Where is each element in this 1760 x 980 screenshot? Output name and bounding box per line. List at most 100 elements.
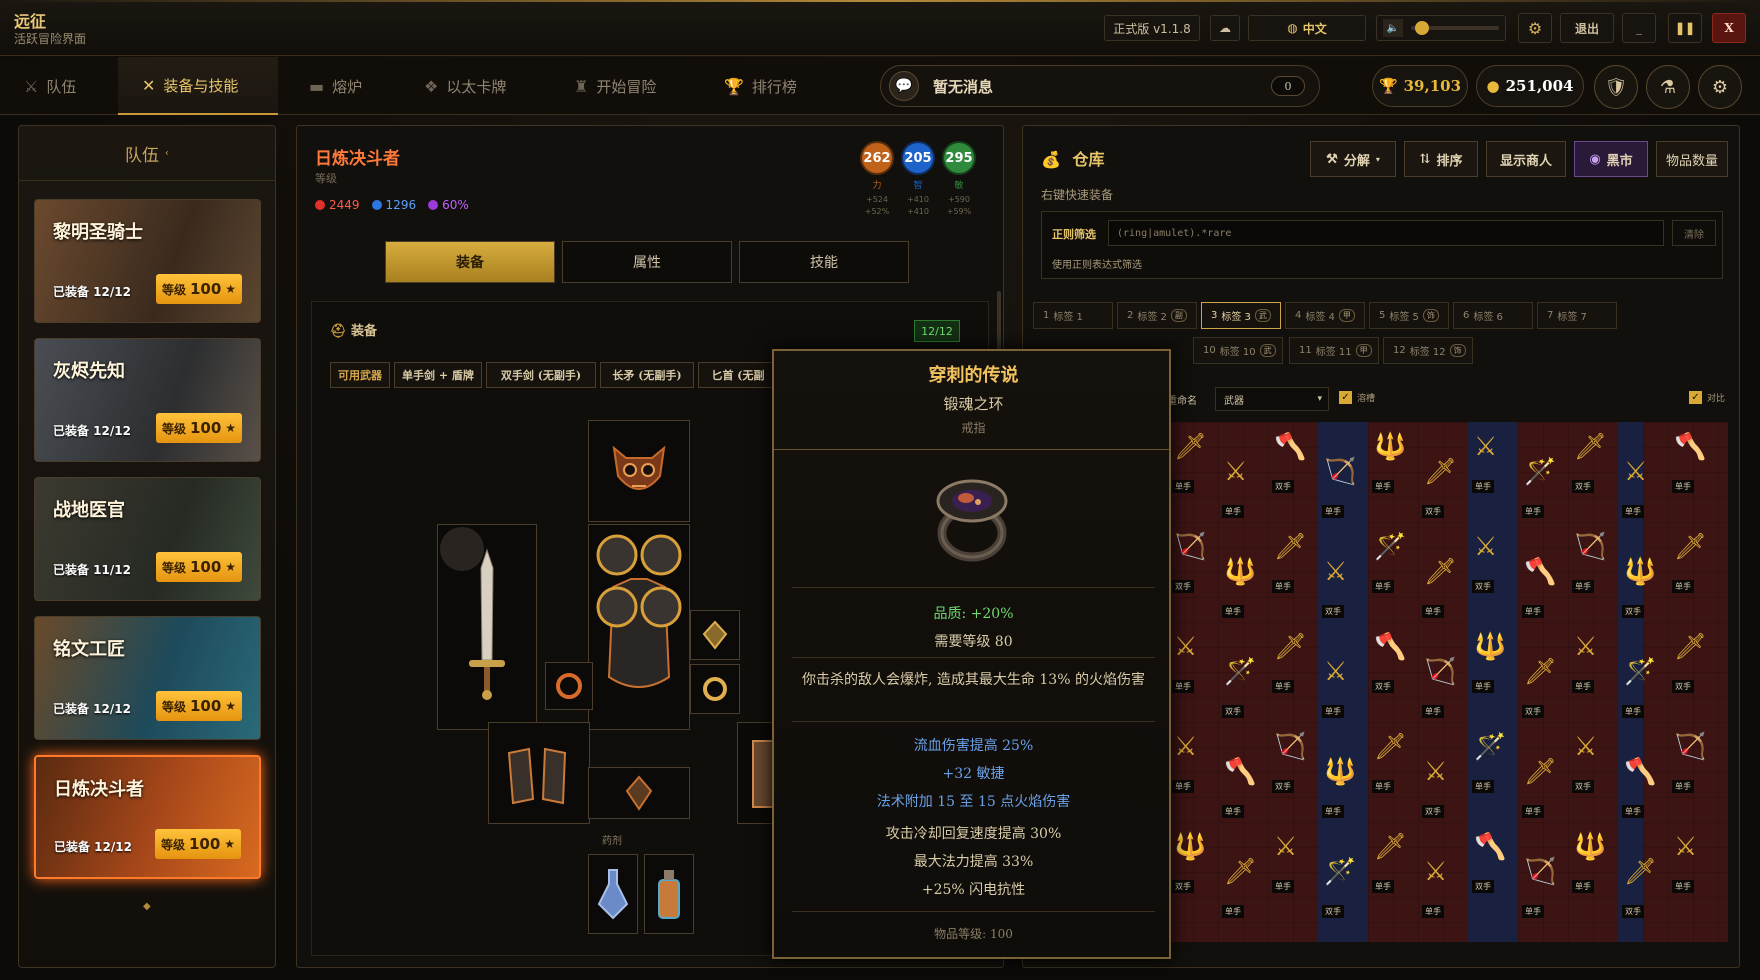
salvage-button[interactable]: ⚒ 分解 ▾ — [1310, 141, 1396, 177]
storage-tab-3[interactable]: 3 标签 3武 — [1201, 302, 1281, 329]
volume-knob[interactable] — [1415, 21, 1429, 35]
weapon-item-icon[interactable]: 🔱 — [1224, 557, 1256, 587]
black-market-button[interactable]: ◉ 黑市 — [1574, 141, 1648, 177]
tab-team[interactable]: ⚔ 队伍 — [0, 57, 118, 115]
weapon-item-icon[interactable]: 🗡 — [1674, 532, 1707, 562]
weapon-item-icon[interactable]: 🗡 — [1424, 557, 1457, 587]
weapon-item-icon[interactable]: 🗡 — [1624, 857, 1657, 887]
item-count-button[interactable]: 物品数量 — [1656, 141, 1728, 177]
rename-button[interactable]: 重命名 — [1167, 387, 1207, 411]
weapon-item-icon[interactable]: 🪄 — [1624, 657, 1656, 687]
tab-start-adventure[interactable]: ♜ 开始冒险 — [550, 57, 700, 115]
team-member-card[interactable]: 铭文工匠 已装备 12/12 等级 100 ★ — [34, 616, 261, 740]
weapon-item-icon[interactable]: 🗡 — [1374, 732, 1407, 762]
weapon-item-icon[interactable]: 🗡 — [1424, 457, 1457, 487]
tab-forge[interactable]: ▬ 熔炉 — [285, 57, 395, 115]
weapon-item-icon[interactable]: ⚔ — [1474, 532, 1497, 562]
weapon-item-icon[interactable]: 🗡 — [1274, 632, 1307, 662]
team-member-card[interactable]: 黎明圣骑士 已装备 12/12 等级 100 ★ — [34, 199, 261, 323]
volume-slider[interactable] — [1411, 21, 1499, 35]
weapon-item-icon[interactable]: 🪄 — [1324, 857, 1356, 887]
storage-tab-11[interactable]: 11 标签 11 甲 — [1289, 337, 1379, 364]
message-box[interactable]: 💬 暂无消息 0 — [880, 65, 1320, 107]
weapon-item-icon[interactable]: ⚔ — [1624, 457, 1647, 487]
weapon-item-icon[interactable]: 🗡 — [1274, 532, 1307, 562]
weapon-item-icon[interactable]: 🪓 — [1524, 557, 1556, 587]
tab-equipment[interactable]: 装备 — [385, 241, 555, 283]
weapon-item-icon[interactable]: ⚔ — [1574, 732, 1597, 762]
weapon-item-icon[interactable]: 🔱 — [1324, 757, 1356, 787]
team-member-card[interactable]: 战地医官 已装备 11/12 等级 100 ★ — [34, 477, 261, 601]
weapon-item-icon[interactable]: 🪓 — [1674, 432, 1706, 462]
weapon-item-icon[interactable]: 🪓 — [1374, 632, 1406, 662]
weapon-item-icon[interactable]: ⚔ — [1574, 632, 1597, 662]
storage-tab-10[interactable]: 10 标签 10 武 — [1193, 337, 1283, 364]
weapon-item-icon[interactable]: 🗡 — [1524, 757, 1557, 787]
weapon-item-icon[interactable]: ⚔ — [1424, 757, 1447, 787]
weapon-item-icon[interactable]: 🪓 — [1224, 757, 1256, 787]
weapon-item-icon[interactable]: 🔱 — [1574, 832, 1606, 862]
weapon-item-icon[interactable]: 🏹 — [1174, 532, 1206, 562]
helmet-slot[interactable] — [588, 420, 690, 522]
weapon-item-icon[interactable]: 🗡 — [1374, 832, 1407, 862]
team-member-card-active[interactable]: 日炼决斗者 已装备 12/12 等级 100 ★ — [34, 755, 261, 879]
weapon-item-icon[interactable]: 🏹 — [1574, 532, 1606, 562]
weapon-item-icon[interactable]: ⚔ — [1324, 557, 1347, 587]
weapon-item-icon[interactable]: ⚔ — [1674, 832, 1697, 862]
weapon-item-icon[interactable]: ⚔ — [1174, 632, 1197, 662]
potion-slot-2[interactable] — [644, 854, 694, 934]
language-button[interactable]: ◍ 中文 — [1248, 15, 1366, 41]
tab-skills[interactable]: 技能 — [739, 241, 909, 283]
speaker-icon[interactable]: 🔈 — [1383, 19, 1403, 37]
weapon-item-icon[interactable]: 🏹 — [1424, 657, 1456, 687]
cloud-icon[interactable]: ☁ — [1210, 15, 1240, 41]
weapon-item-icon[interactable]: 🪄 — [1524, 457, 1556, 487]
amulet-slot[interactable] — [690, 610, 740, 660]
regex-input[interactable] — [1108, 220, 1664, 246]
weapon-item-icon[interactable]: ⚔ — [1174, 732, 1197, 762]
weapon-item-icon[interactable]: 🪄 — [1224, 657, 1256, 687]
compare-checkbox[interactable]: ✓ — [1689, 391, 1702, 404]
weapon-item-icon[interactable]: 🏹 — [1524, 857, 1556, 887]
minimize-button[interactable]: _ — [1622, 13, 1656, 43]
slot-checkbox[interactable]: ✓ — [1339, 391, 1352, 404]
weapon-item-icon[interactable]: 🪄 — [1374, 532, 1406, 562]
weapon-item-icon[interactable]: 🪄 — [1474, 732, 1506, 762]
close-button[interactable]: X — [1712, 13, 1746, 43]
inventory-grid[interactable]: 🗡 单手 ⚔ 单手 🪓 双手 🏹 单手 🔱 单手 🗡 双手 ⚔ 单手 🪄 单手 🗡 双手 ⚔ 单手 🪓 单手 🏹 双手 🔱 单手 🗡… — [1168, 422, 1728, 942]
team-member-card[interactable]: 灰烬先知 已装备 12/12 等级 100 ★ — [34, 338, 261, 462]
weapon-item-icon[interactable]: 🪓 — [1274, 432, 1306, 462]
tab-attributes[interactable]: 属性 — [562, 241, 732, 283]
storage-tab-6[interactable]: 6 标签 6 — [1453, 302, 1533, 329]
tab-ether-cards[interactable]: ❖ 以太卡牌 — [400, 57, 540, 115]
ring-slot-2[interactable] — [690, 664, 740, 714]
weapon-item-icon[interactable]: ⚔ — [1324, 657, 1347, 687]
tab-leaderboard[interactable]: 🏆 排行榜 — [700, 57, 830, 115]
weapon-item-icon[interactable]: 🔱 — [1474, 632, 1506, 662]
weapon-item-icon[interactable]: 🪓 — [1474, 832, 1506, 862]
weapon-item-icon[interactable]: 🏹 — [1324, 457, 1356, 487]
weapon-item-icon[interactable]: 🔱 — [1624, 557, 1656, 587]
weapon-item-icon[interactable]: 🏹 — [1274, 732, 1306, 762]
main-hand-slot[interactable] — [437, 524, 537, 730]
weapon-item-icon[interactable]: 🗡 — [1674, 632, 1707, 662]
weapon-item-icon[interactable]: ⚔ — [1224, 457, 1247, 487]
weapon-item-icon[interactable]: 🗡 — [1574, 432, 1607, 462]
chest-armor-slot[interactable] — [588, 524, 690, 730]
weapon-item-icon[interactable]: 🪓 — [1624, 757, 1656, 787]
category-select[interactable]: 武器 ▾ — [1215, 387, 1329, 411]
settings-gear-icon[interactable]: ⚙ — [1518, 13, 1552, 43]
storage-tab-1[interactable]: 1 标签 1 — [1033, 302, 1113, 329]
weapon-item-icon[interactable]: 🔱 — [1174, 832, 1206, 862]
storage-tab-2[interactable]: 2 标签 2副 — [1117, 302, 1197, 329]
regex-clear-button[interactable]: 清除 — [1672, 220, 1716, 246]
weapon-item-icon[interactable]: ⚔ — [1274, 832, 1297, 862]
exit-button[interactable]: 退出 — [1560, 13, 1614, 43]
settings-icon[interactable]: ⚙ — [1698, 65, 1742, 109]
sort-button[interactable]: ⇅ 排序 — [1404, 141, 1478, 177]
show-merchant-button[interactable]: 显示商人 — [1486, 141, 1566, 177]
weapon-item-icon[interactable]: ⚔ — [1474, 432, 1497, 462]
potion-slot[interactable] — [588, 854, 638, 934]
storage-tab-7[interactable]: 7 标签 7 — [1537, 302, 1617, 329]
pause-button[interactable]: ❚❚ — [1668, 13, 1702, 43]
